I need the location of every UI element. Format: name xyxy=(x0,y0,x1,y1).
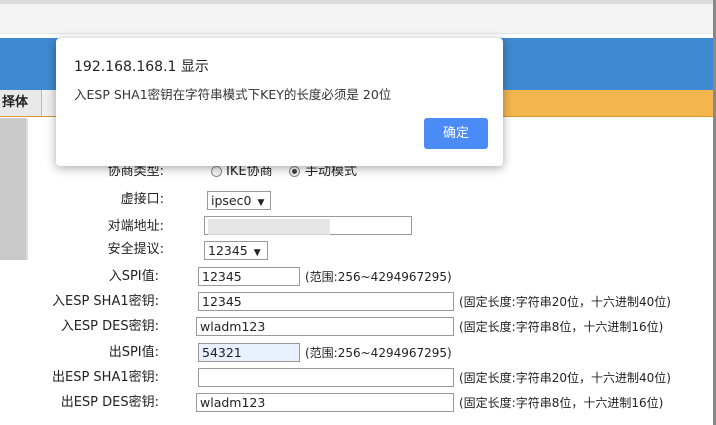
menu-tab[interactable]: 择体 xyxy=(0,90,42,116)
security-proposal-row: 安全提议: 12345 ▼ xyxy=(0,239,716,261)
radio-ike[interactable] xyxy=(211,166,222,177)
out-esp-sha1-label: 出ESP SHA1密钥: xyxy=(51,370,159,385)
in-spi-row: 入SPI值: 12345 (范围:256~4294967295) xyxy=(0,266,716,288)
redacted-blur xyxy=(208,219,330,235)
security-proposal-value: 12345 xyxy=(208,243,248,258)
radio-ike-label: IKE协商 xyxy=(226,164,273,179)
security-proposal-label: 安全提议: xyxy=(107,242,164,257)
in-esp-sha1-label: 入ESP SHA1密钥: xyxy=(51,294,159,309)
peer-address-row: 对端地址: xyxy=(0,216,716,238)
page-top-strip xyxy=(0,7,716,34)
ok-button[interactable]: 确定 xyxy=(424,118,488,149)
security-proposal-select[interactable]: 12345 ▼ xyxy=(204,241,268,260)
out-esp-des-label: 出ESP DES密钥: xyxy=(60,395,159,410)
alert-dialog: 192.168.168.1 显示 入ESP SHA1密钥在字符串模式下KEY的长… xyxy=(56,38,503,166)
in-spi-input[interactable]: 12345 xyxy=(198,267,300,286)
out-esp-sha1-row: 出ESP SHA1密钥: (固定长度:字符串20位，十六进制40位) xyxy=(0,367,716,389)
radio-manual-label: 手动模式 xyxy=(305,164,358,179)
virtual-interface-select[interactable]: ipsec0 ▼ xyxy=(207,191,271,210)
virtual-interface-value: ipsec0 xyxy=(211,193,252,208)
out-esp-sha1-input[interactable] xyxy=(198,368,454,387)
out-spi-hint: (范围:256~4294967295) xyxy=(305,346,452,360)
out-spi-label: 出SPI值: xyxy=(108,345,159,360)
peer-address-label: 对端地址: xyxy=(107,219,164,234)
in-esp-sha1-input[interactable]: 12345 xyxy=(198,292,454,311)
out-spi-row: 出SPI值: 54321 (范围:256~4294967295) xyxy=(0,342,716,364)
radio-manual[interactable] xyxy=(289,166,300,177)
dialog-title: 192.168.168.1 显示 xyxy=(74,59,209,75)
chevron-down-icon: ▼ xyxy=(253,248,261,258)
in-esp-des-row: 入ESP DES密钥: wladm123 (固定长度:字符串8位，十六进制16位… xyxy=(0,316,716,338)
in-esp-des-input[interactable]: wladm123 xyxy=(196,317,454,336)
virtual-interface-label: 虚接口: xyxy=(120,192,164,207)
out-spi-input[interactable]: 54321 xyxy=(198,343,300,362)
menu-separator xyxy=(42,90,56,116)
out-esp-des-hint: (固定长度:字符串8位，十六进制16位) xyxy=(459,396,664,410)
in-esp-sha1-hint: (固定长度:字符串20位，十六进制40位) xyxy=(459,295,671,309)
in-spi-label: 入SPI值: xyxy=(108,269,159,284)
out-esp-des-row: 出ESP DES密钥: wladm123 (固定长度:字符串8位，十六进制16位… xyxy=(0,392,716,414)
in-esp-sha1-row: 入ESP SHA1密钥: 12345 (固定长度:字符串20位，十六进制40位) xyxy=(0,291,716,313)
out-esp-des-input[interactable]: wladm123 xyxy=(196,393,454,412)
in-esp-des-hint: (固定长度:字符串8位，十六进制16位) xyxy=(459,320,664,334)
out-esp-sha1-hint: (固定长度:字符串20位，十六进制40位) xyxy=(459,371,671,385)
dialog-message: 入ESP SHA1密钥在字符串模式下KEY的长度必须是 20位 xyxy=(74,87,392,102)
virtual-interface-row: 虚接口: ipsec0 ▼ xyxy=(0,189,716,211)
in-spi-hint: (范围:256~4294967295) xyxy=(305,270,452,284)
chevron-down-icon: ▼ xyxy=(257,198,265,208)
in-esp-des-label: 入ESP DES密钥: xyxy=(60,319,159,334)
